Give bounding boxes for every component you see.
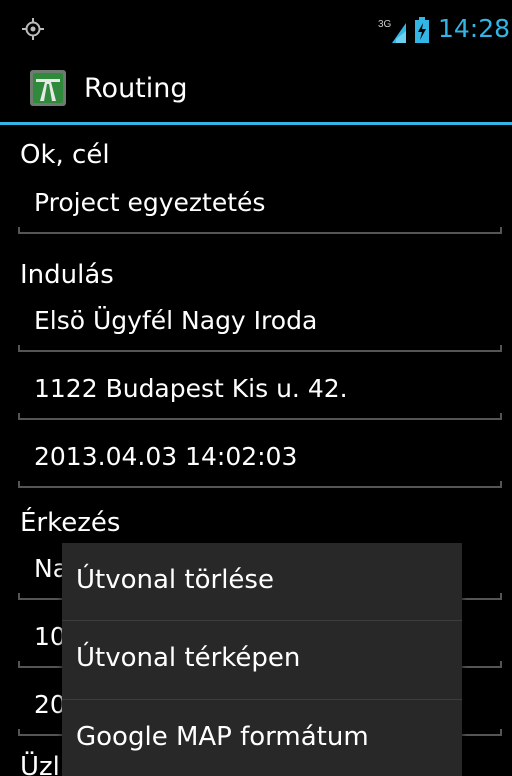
arrival-label: Érkezés (20, 508, 121, 538)
menu-item-label: Google MAP formátum (76, 722, 369, 752)
action-bar-divider (0, 122, 512, 125)
departure-name-field[interactable]: Elsö Ügyfél Nagy Iroda (18, 304, 502, 352)
status-bar: 3G 14:28 (0, 0, 512, 62)
field-underline (18, 413, 502, 420)
context-menu: Útvonal törlése Útvonal térképen Google … (62, 543, 462, 776)
departure-time: 2013.04.03 14:02:03 (34, 442, 298, 471)
app-title: Routing (84, 73, 188, 104)
gps-icon (22, 18, 44, 40)
menu-item-route-on-map[interactable]: Útvonal térképen (62, 621, 462, 699)
field-underline (18, 227, 502, 234)
departure-address-field[interactable]: 1122 Budapest Kis u. 42. (18, 372, 502, 420)
partner-label: Üzl (20, 752, 60, 776)
goal-value: Project egyeztetés (34, 188, 266, 217)
battery-charging-icon (415, 17, 429, 43)
menu-item-google-map-format[interactable]: Google MAP formátum (62, 700, 462, 776)
departure-label: Indulás (20, 260, 114, 290)
menu-item-delete-route[interactable]: Útvonal törlése (62, 543, 462, 621)
departure-name: Elsö Ügyfél Nagy Iroda (34, 306, 318, 335)
signal-3g-icon: 3G (378, 19, 406, 43)
field-underline (18, 481, 502, 488)
status-clock: 14:28 (438, 14, 511, 43)
menu-item-label: Útvonal térképen (76, 643, 301, 673)
departure-address: 1122 Budapest Kis u. 42. (34, 374, 348, 403)
goal-label: Ok, cél (20, 140, 110, 170)
menu-item-label: Útvonal törlése (76, 565, 274, 595)
goal-field[interactable]: Project egyeztetés (18, 186, 502, 234)
departure-time-field[interactable]: 2013.04.03 14:02:03 (18, 440, 502, 488)
field-underline (18, 345, 502, 352)
motorway-icon[interactable] (30, 70, 66, 106)
screen: 3G 14:28 Routing Ok, cél Project egyezte… (0, 0, 512, 776)
network-type-label: 3G (378, 19, 392, 30)
action-bar: Routing (0, 62, 512, 122)
